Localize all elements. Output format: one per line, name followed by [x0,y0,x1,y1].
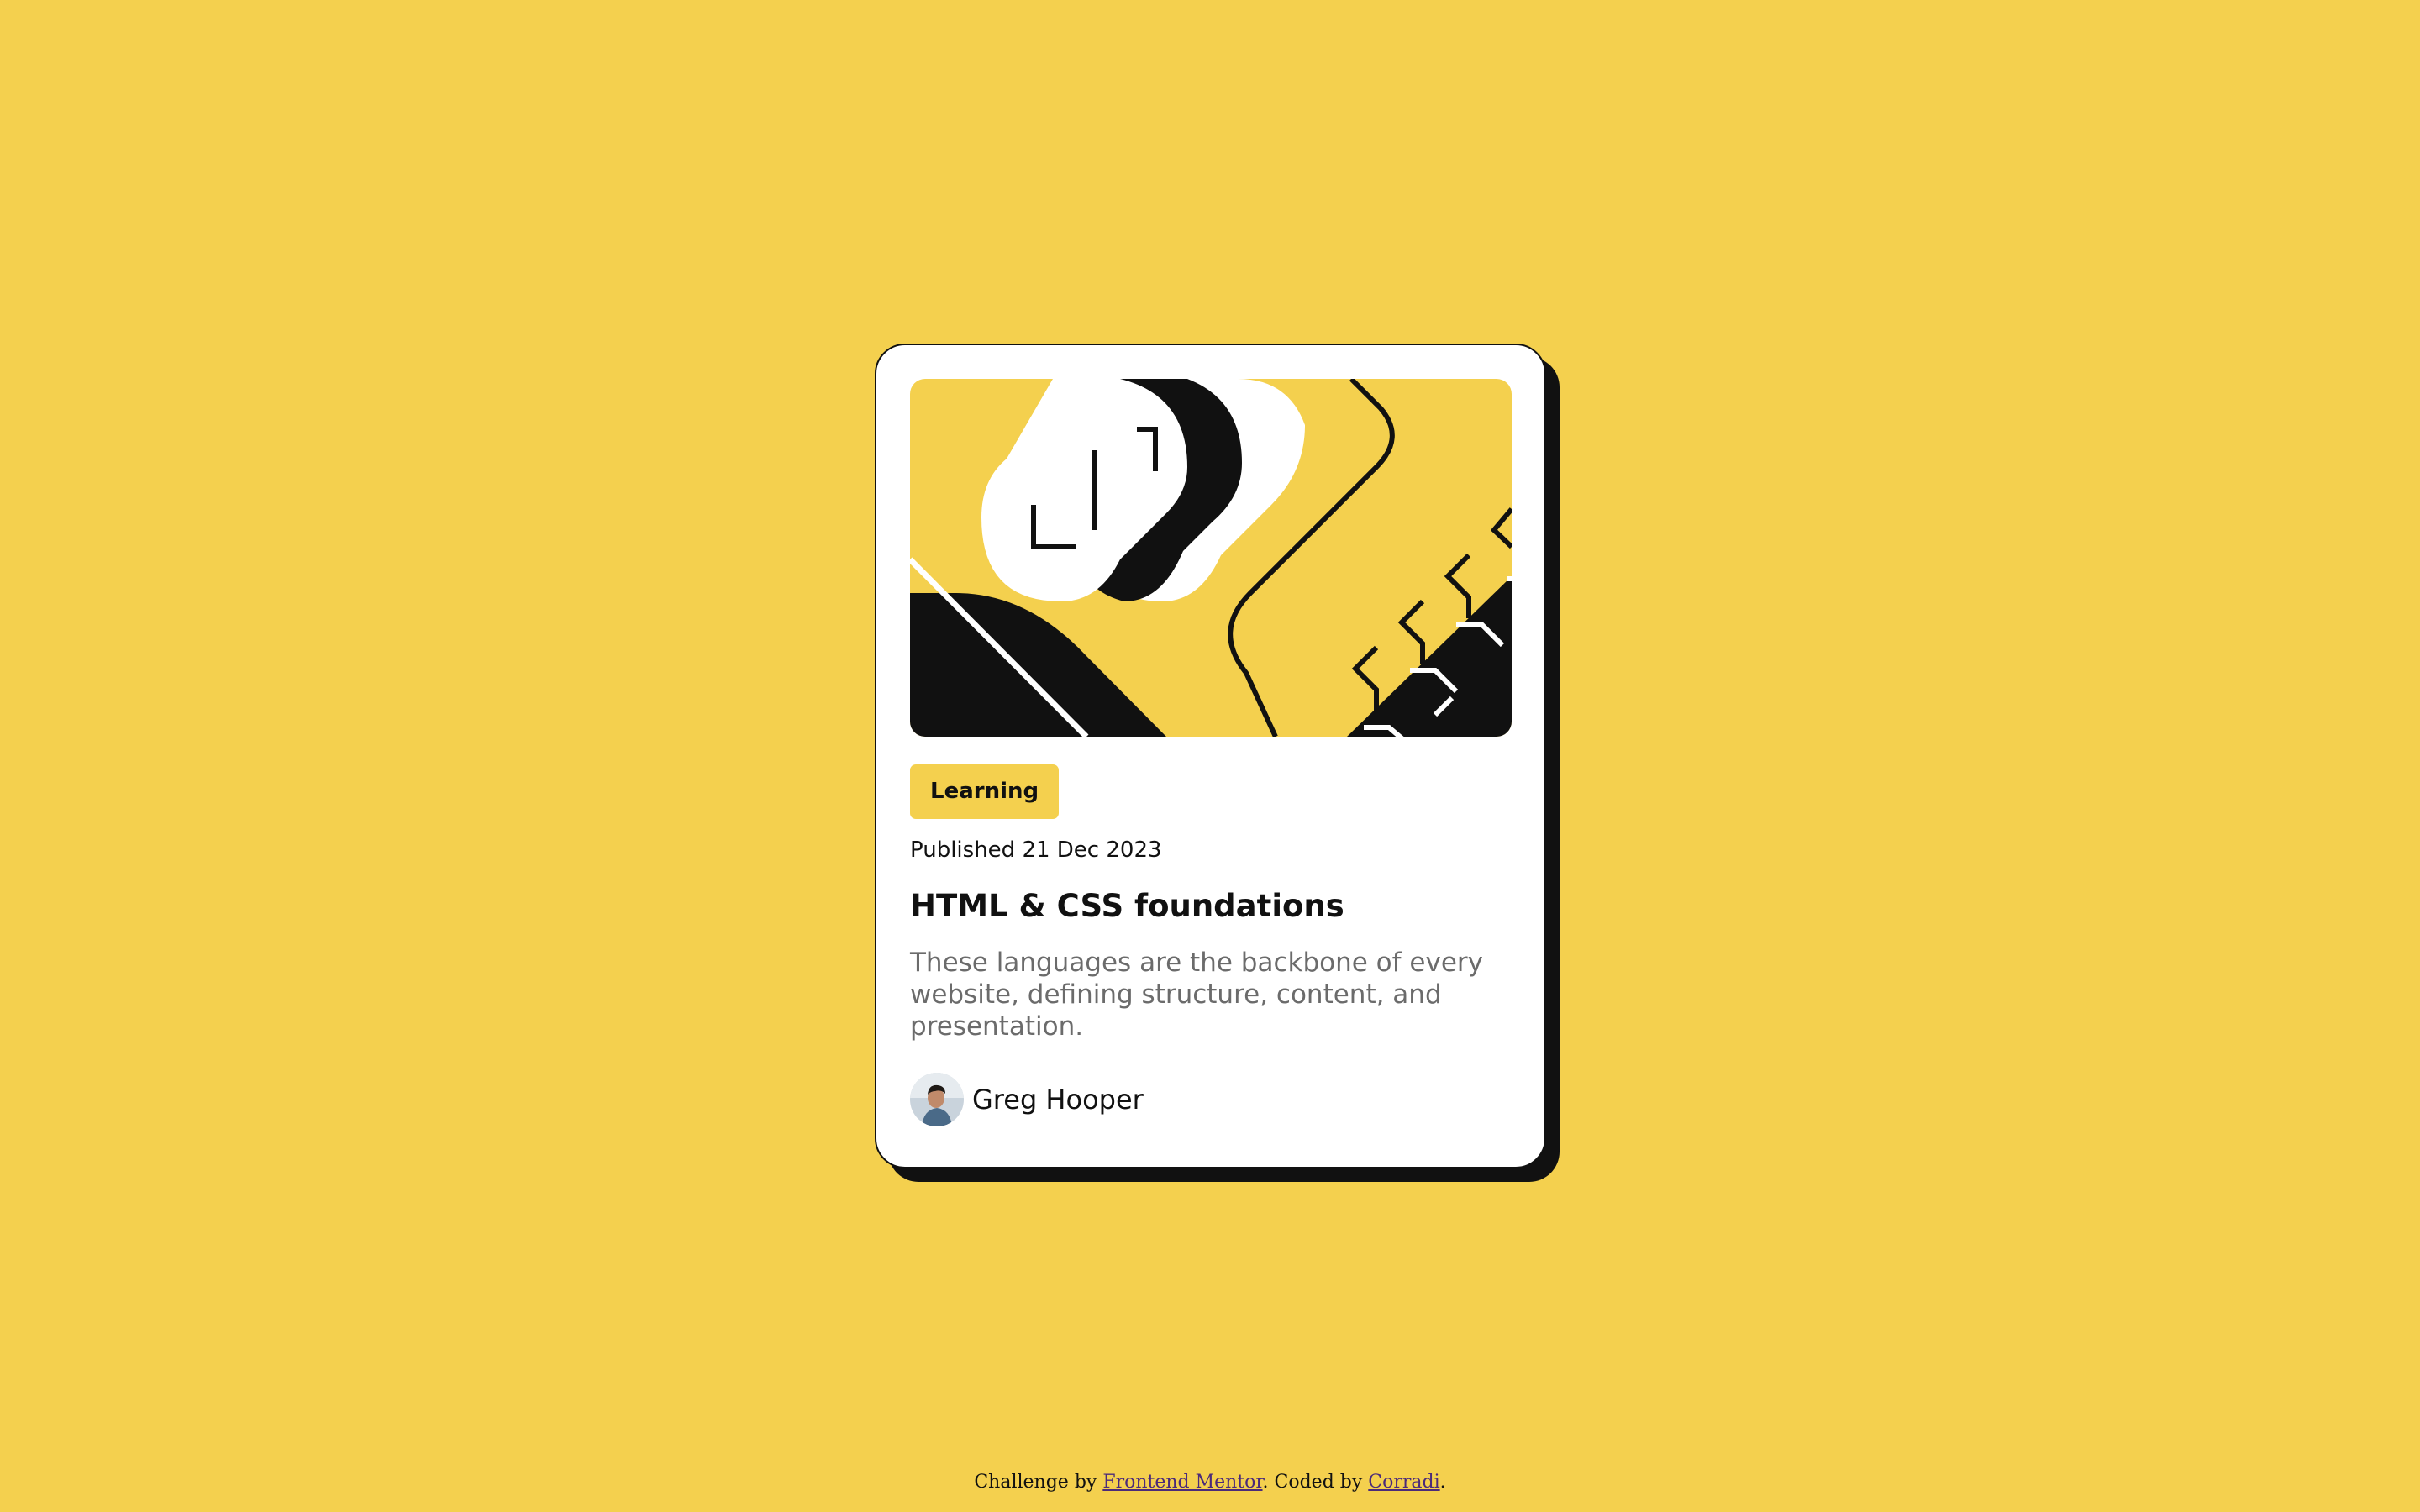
author-avatar [910,1073,964,1126]
coder-link[interactable]: Corradi [1368,1472,1439,1493]
attribution-prefix: Challenge by [974,1472,1103,1493]
category-tag: Learning [910,764,1060,819]
card-title[interactable]: HTML & CSS foundations [910,888,1511,925]
attribution-middle: . Coded by [1262,1472,1369,1493]
author: Greg Hooper [910,1073,1511,1126]
card-description: These languages are the backbone of ever… [910,948,1483,1042]
published-date: Published 21 Dec 2023 [910,837,1162,863]
attribution-suffix: . [1439,1472,1446,1493]
attribution: Challenge by Frontend Mentor. Coded by C… [0,1472,2420,1493]
hero-illustration [910,379,1512,737]
blog-card: Learning Published 21 Dec 2023 HTML & CS… [875,344,1546,1168]
author-name: Greg Hooper [972,1084,1144,1116]
frontend-mentor-link[interactable]: Frontend Mentor [1102,1472,1262,1493]
